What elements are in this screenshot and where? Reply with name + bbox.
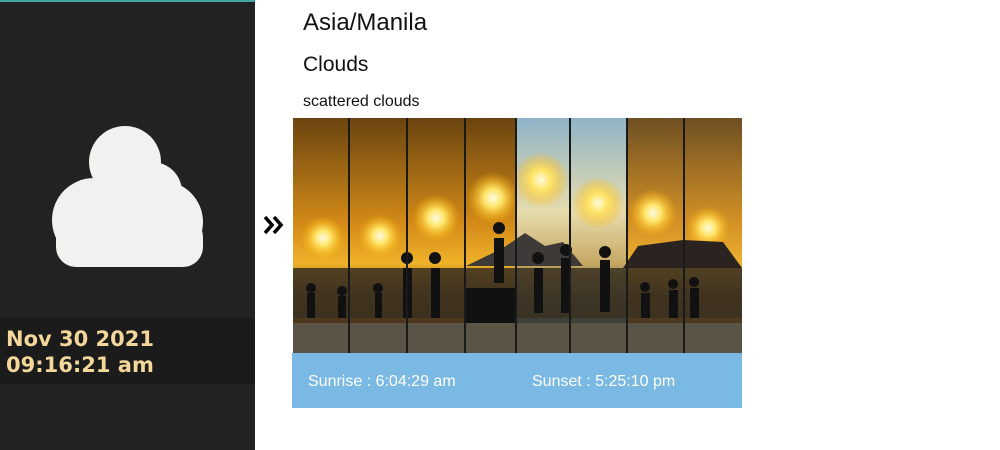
sunset-time: Sunset : 5:25:10 pm (532, 373, 676, 390)
datetime-box: Nov 30 2021 09:16:21 am (0, 318, 255, 384)
sunrise-time: Sunrise : 6:04:29 am (308, 373, 456, 390)
sun-times-bar: Sunrise : 6:04:29 am Sunset : 5:25:10 pm (292, 353, 742, 408)
datetime-text: Nov 30 2021 09:16:21 am (6, 327, 154, 377)
weather-condition: Clouds (303, 53, 369, 76)
sunrise-sunset-image (293, 118, 742, 353)
weather-description: scattered clouds (303, 93, 420, 110)
weather-sidebar: Nov 30 2021 09:16:21 am (0, 0, 255, 450)
timezone-title: Asia/Manila (303, 9, 428, 36)
cloud-icon (52, 126, 203, 267)
double-chevron-right-icon[interactable] (263, 214, 285, 236)
